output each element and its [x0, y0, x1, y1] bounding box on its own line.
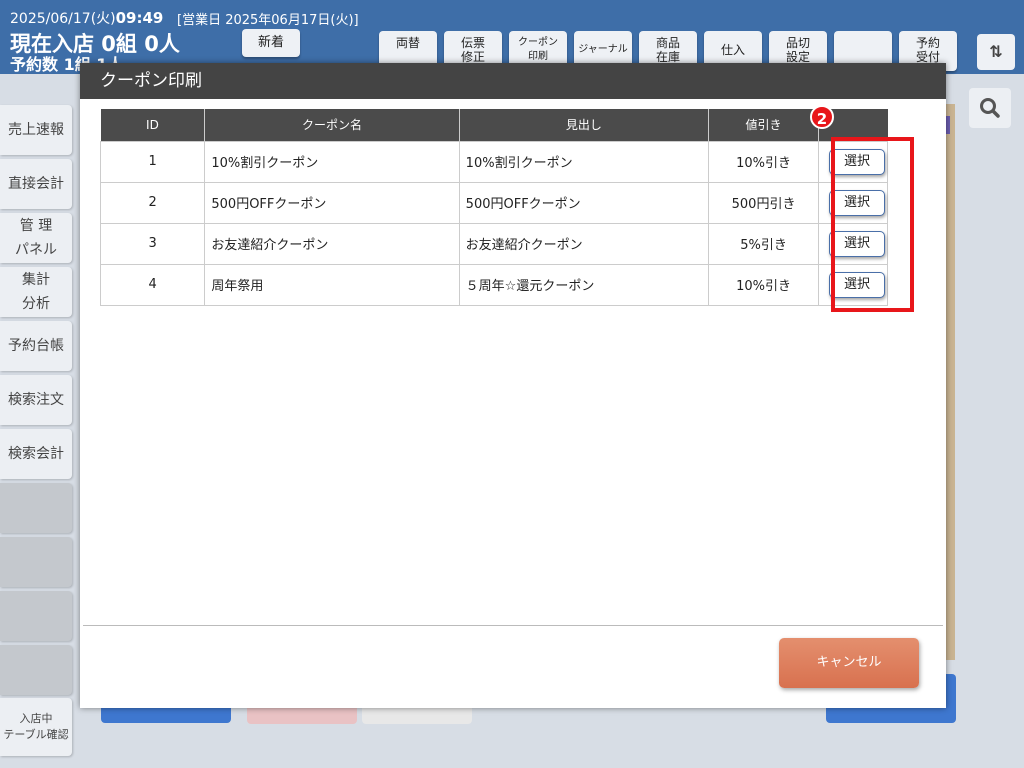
sidebar-item-blank-3[interactable] — [0, 591, 72, 641]
background-panel-edge — [946, 104, 955, 660]
cell-name: 周年祭用 — [204, 263, 460, 306]
cancel-button[interactable]: キャンセル — [779, 638, 919, 688]
cell-discount: 5%引き — [708, 222, 819, 265]
cell-id: 1 — [99, 140, 206, 183]
column-header-name: クーポン名 — [204, 109, 460, 141]
header-time: 09:49 — [115, 9, 164, 27]
table-header-row: ID クーポン名 見出し 値引き — [100, 109, 888, 141]
new-arrivals-button[interactable]: 新着 — [242, 29, 300, 57]
header-date: 2025/06/17(火) — [10, 11, 116, 27]
cell-name: 500円OFFクーポン — [204, 181, 460, 224]
sort-icon: ⇅ — [989, 42, 1003, 61]
search-button[interactable] — [969, 88, 1011, 128]
sidebar-item-blank-2[interactable] — [0, 537, 72, 587]
cell-heading: お友達紹介クーポン — [458, 222, 710, 265]
sidebar-item-analysis[interactable]: 集計 分析 — [0, 267, 72, 317]
sidebar-item-search-order[interactable]: 検索注文 — [0, 375, 72, 425]
search-icon — [980, 98, 1000, 118]
coupon-table: ID クーポン名 見出し 値引き 1 10%割引クーポン 10%割引クーポン 1… — [99, 109, 889, 306]
sort-button[interactable]: ⇅ — [977, 34, 1015, 70]
dialog-divider — [83, 625, 943, 626]
table-row: 1 10%割引クーポン 10%割引クーポン 10%引き 選択 — [99, 140, 889, 183]
cell-discount: 10%引き — [708, 140, 819, 183]
cell-heading: 500円OFFクーポン — [458, 181, 710, 224]
sidebar-item-reservation-book[interactable]: 予約台帳 — [0, 321, 72, 371]
sidebar-item-blank-4[interactable] — [0, 645, 72, 695]
cell-discount: 500円引き — [708, 181, 819, 224]
header-datetime: 2025/06/17(火)09:49 — [10, 8, 163, 28]
coupon-print-dialog: クーポン印刷 ID クーポン名 見出し 値引き 1 10%割引クーポン 10%割… — [80, 63, 946, 708]
cell-name: 10%割引クーポン — [204, 140, 460, 183]
sidebar-item-table-check[interactable]: 入店中 テーブル確認 — [0, 698, 72, 756]
sidebar-item-direct-checkout[interactable]: 直接会計 — [0, 159, 72, 209]
sidebar-item-blank-1[interactable] — [0, 483, 72, 533]
column-header-discount: 値引き — [708, 109, 819, 141]
table-row: 2 500円OFFクーポン 500円OFFクーポン 500円引き 選択 — [99, 181, 889, 224]
cell-id: 4 — [99, 263, 206, 306]
table-row: 3 お友達紹介クーポン お友達紹介クーポン 5%引き 選択 — [99, 222, 889, 265]
cell-id: 2 — [99, 181, 206, 224]
sidebar-item-sales-report[interactable]: 売上速報 — [0, 105, 72, 155]
annotation-highlight-box — [831, 137, 914, 312]
header-business-date: [営業日 2025年06月17日(火)] — [177, 13, 359, 28]
column-header-id: ID — [100, 109, 205, 141]
cell-heading: ５周年☆還元クーポン — [458, 263, 710, 306]
cell-discount: 10%引き — [708, 263, 819, 306]
cell-name: お友達紹介クーポン — [204, 222, 460, 265]
column-header-heading: 見出し — [458, 109, 709, 141]
sidebar-item-admin-panel[interactable]: 管 理 パネル — [0, 213, 72, 263]
table-row: 4 周年祭用 ５周年☆還元クーポン 10%引き 選択 — [99, 263, 889, 306]
dialog-title: クーポン印刷 — [80, 63, 946, 99]
cell-heading: 10%割引クーポン — [458, 140, 710, 183]
sidebar-item-search-checkout[interactable]: 検索会計 — [0, 429, 72, 479]
annotation-step-badge: 2 — [810, 105, 834, 129]
cell-id: 3 — [99, 222, 206, 265]
